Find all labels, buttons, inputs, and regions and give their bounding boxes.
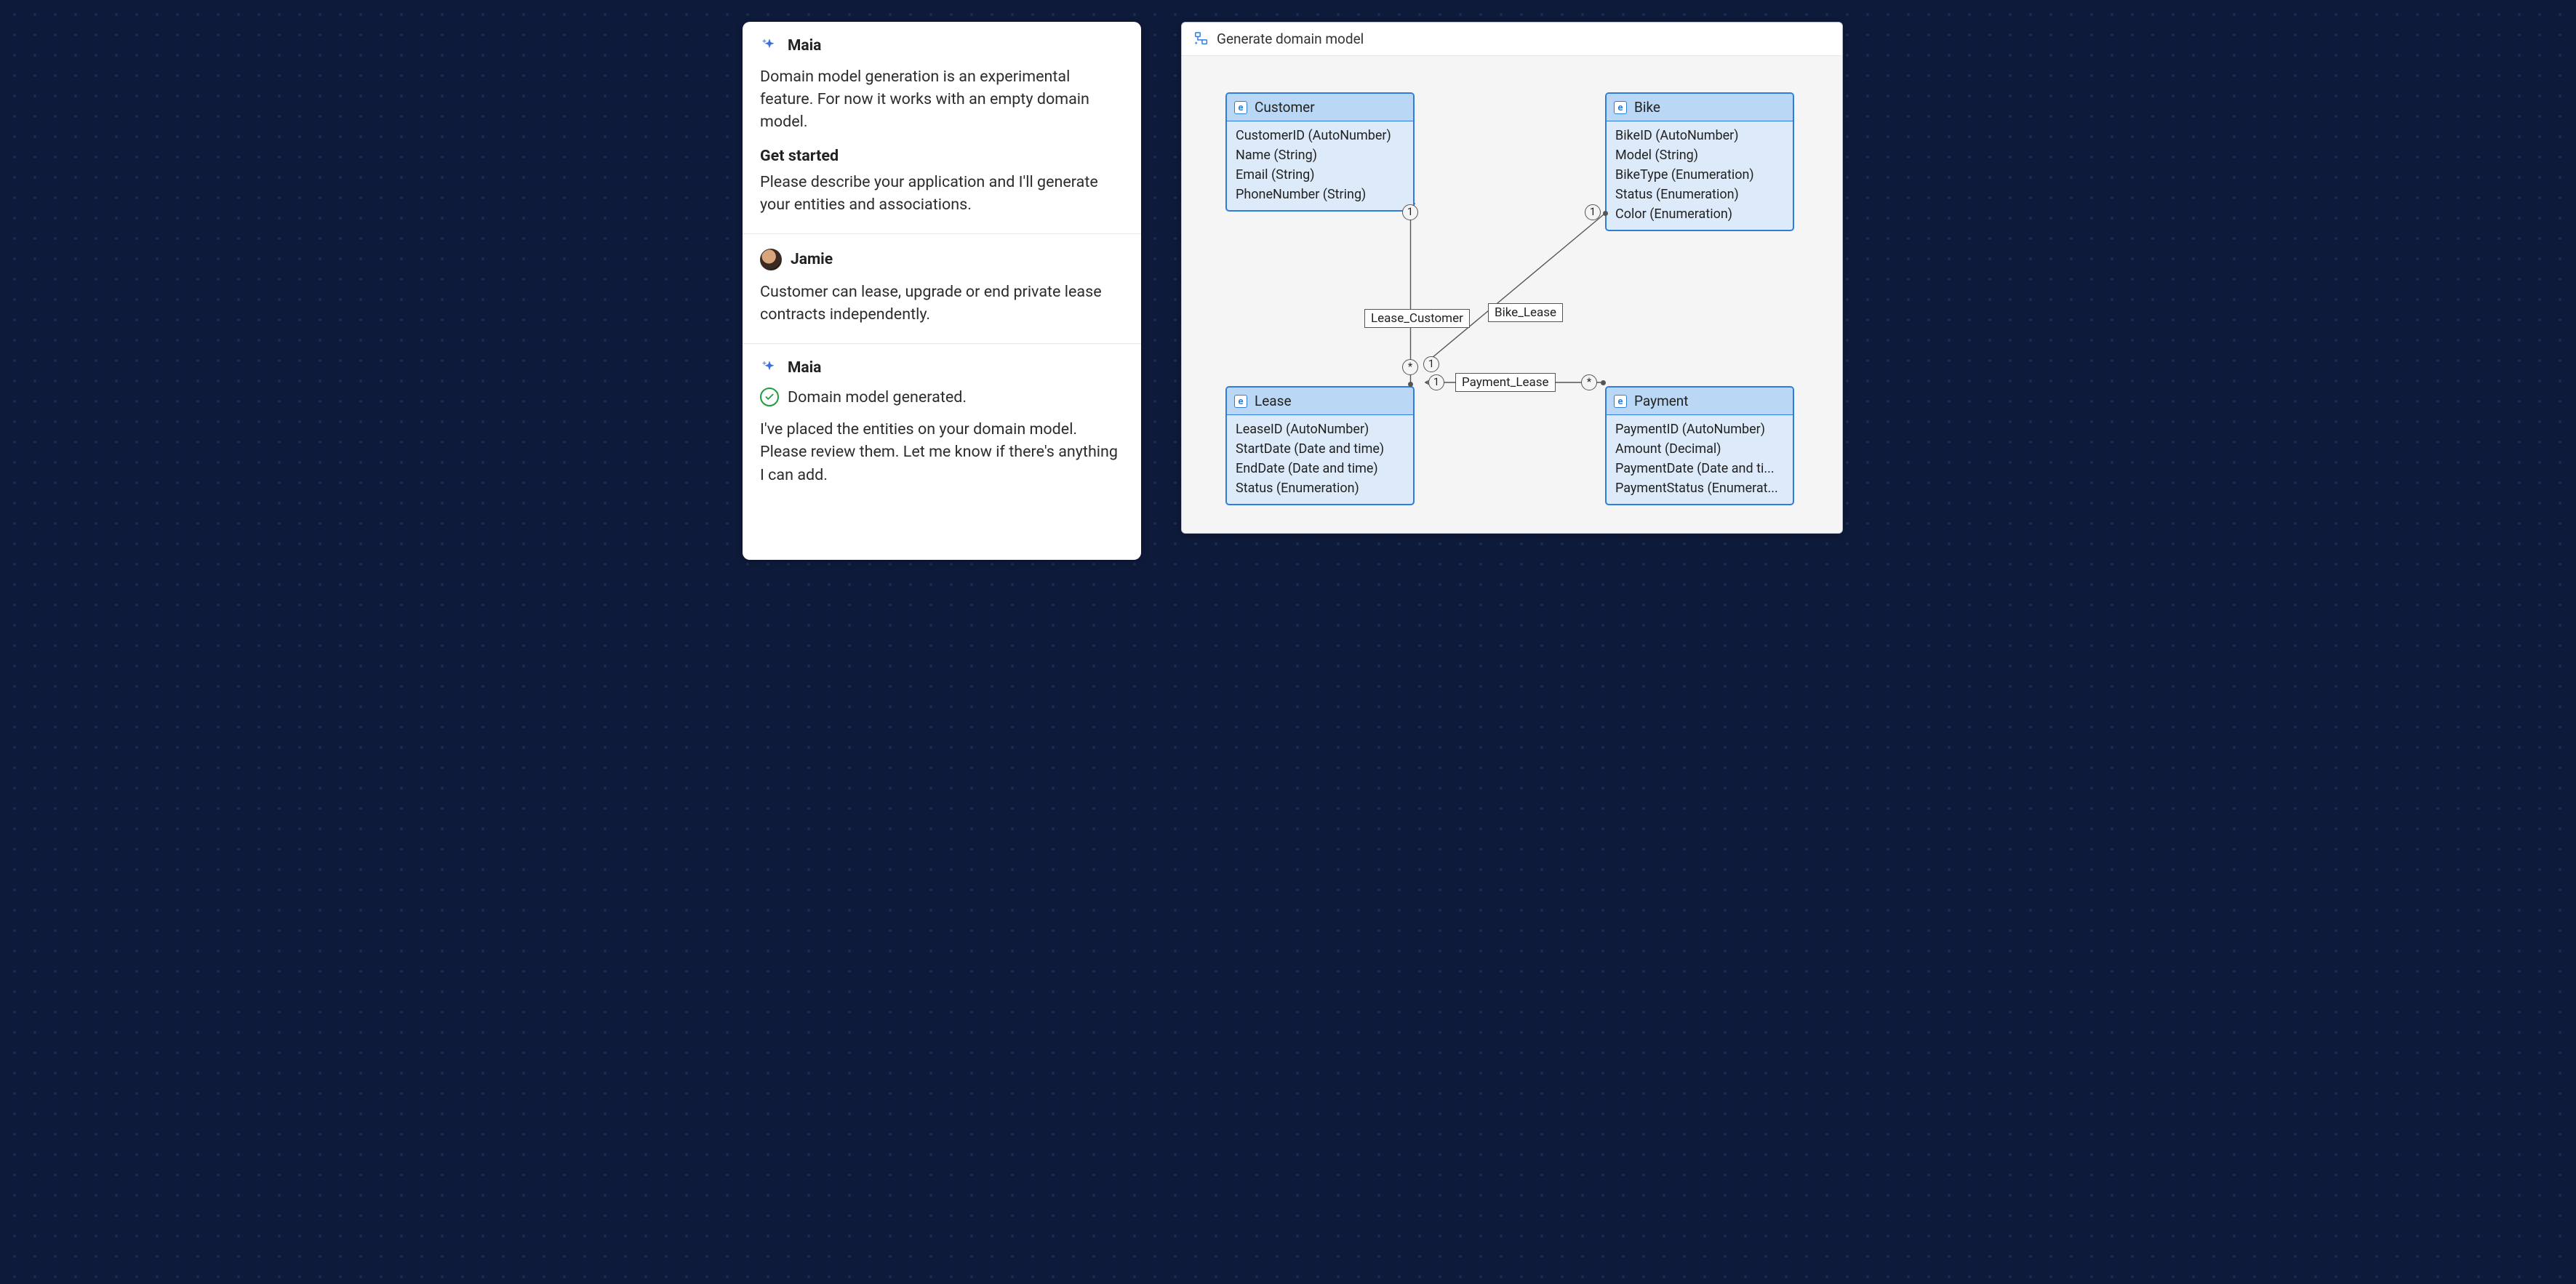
diagram-title: Generate domain model — [1217, 31, 1364, 47]
entity-attr: Amount (Decimal) — [1615, 439, 1784, 459]
cardinality-bubble: * — [1581, 374, 1597, 390]
chat-message-jamie: Jamie Customer can lease, upgrade or end… — [743, 233, 1141, 343]
entity-attr: BikeID (AutoNumber) — [1615, 126, 1784, 145]
sparkle-icon — [760, 358, 779, 377]
chat-text: Domain model generation is an experiment… — [760, 65, 1124, 134]
assoc-label-bike-lease[interactable]: Bike_Lease — [1488, 303, 1563, 322]
entity-attr: Email (String) — [1236, 165, 1404, 185]
entity-attr: Status (Enumeration) — [1236, 478, 1404, 498]
entity-customer[interactable]: e Customer CustomerID (AutoNumber) Name … — [1225, 92, 1415, 212]
speaker-name: Jamie — [791, 251, 833, 268]
entity-attr: Name (String) — [1236, 145, 1404, 165]
speaker-name: Maia — [788, 37, 821, 55]
entity-attr: PaymentStatus (Enumerat... — [1615, 478, 1784, 498]
chat-text: Please describe your application and I'l… — [760, 171, 1124, 216]
entity-attr: PaymentID (AutoNumber) — [1615, 420, 1784, 439]
cardinality-bubble: 1 — [1428, 374, 1444, 390]
entity-attr: EndDate (Date and time) — [1236, 459, 1404, 478]
entity-lease[interactable]: e Lease LeaseID (AutoNumber) StartDate (… — [1225, 386, 1415, 505]
chat-text: I've placed the entities on your domain … — [760, 418, 1124, 486]
entity-attr: Model (String) — [1615, 145, 1784, 165]
entity-attr: CustomerID (AutoNumber) — [1236, 126, 1404, 145]
chat-panel: Maia Domain model generation is an exper… — [743, 22, 1141, 560]
assoc-label-payment-lease[interactable]: Payment_Lease — [1455, 373, 1556, 392]
entity-attr: PaymentDate (Date and ti... — [1615, 459, 1784, 478]
check-circle-icon — [760, 388, 779, 406]
entity-attributes: LeaseID (AutoNumber) StartDate (Date and… — [1227, 415, 1413, 504]
connector-dot-icon — [1601, 380, 1606, 385]
diagram-panel: Generate domain model e — [1181, 22, 1843, 534]
chat-message-maia-1: Maia Domain model generation is an exper… — [743, 22, 1141, 233]
entity-title: Lease — [1255, 393, 1292, 409]
cardinality-bubble: 1 — [1585, 204, 1601, 220]
domain-model-icon — [1193, 31, 1209, 47]
entity-attr: Status (Enumeration) — [1615, 185, 1784, 204]
cardinality-bubble: * — [1402, 359, 1418, 375]
entity-title: Payment — [1634, 393, 1689, 409]
speaker-name: Maia — [788, 359, 821, 377]
cardinality-bubble: 1 — [1402, 204, 1418, 220]
entity-icon: e — [1234, 395, 1247, 408]
entity-attr: LeaseID (AutoNumber) — [1236, 420, 1404, 439]
avatar — [760, 249, 782, 270]
entity-attr: Color (Enumeration) — [1615, 204, 1784, 224]
chat-subhead: Get started — [760, 147, 1124, 165]
entity-attr: BikeType (Enumeration) — [1615, 165, 1784, 185]
entity-title: Customer — [1255, 99, 1315, 116]
diagram-canvas[interactable]: e Customer CustomerID (AutoNumber) Name … — [1182, 56, 1842, 533]
chat-text: Customer can lease, upgrade or end priva… — [760, 281, 1124, 326]
entity-attr: PhoneNumber (String) — [1236, 185, 1404, 204]
entity-icon: e — [1614, 101, 1627, 114]
entity-attr: StartDate (Date and time) — [1236, 439, 1404, 459]
sparkle-icon — [760, 36, 779, 55]
entity-title: Bike — [1634, 99, 1660, 116]
connector-dot-icon — [1408, 382, 1413, 387]
entity-attributes: PaymentID (AutoNumber) Amount (Decimal) … — [1607, 415, 1793, 504]
connector-dot-icon — [1603, 211, 1608, 216]
entity-payment[interactable]: e Payment PaymentID (AutoNumber) Amount … — [1605, 386, 1794, 505]
status-text: Domain model generated. — [788, 388, 967, 406]
diagram-header: Generate domain model — [1182, 23, 1842, 56]
entity-attributes: BikeID (AutoNumber) Model (String) BikeT… — [1607, 121, 1793, 230]
entity-bike[interactable]: e Bike BikeID (AutoNumber) Model (String… — [1605, 92, 1794, 231]
chat-message-maia-2: Maia Domain model generated. I've placed… — [743, 343, 1141, 504]
entity-icon: e — [1234, 101, 1247, 114]
assoc-label-lease-customer[interactable]: Lease_Customer — [1364, 309, 1470, 328]
cardinality-bubble: 1 — [1423, 356, 1439, 372]
entity-icon: e — [1614, 395, 1627, 408]
entity-attributes: CustomerID (AutoNumber) Name (String) Em… — [1227, 121, 1413, 210]
